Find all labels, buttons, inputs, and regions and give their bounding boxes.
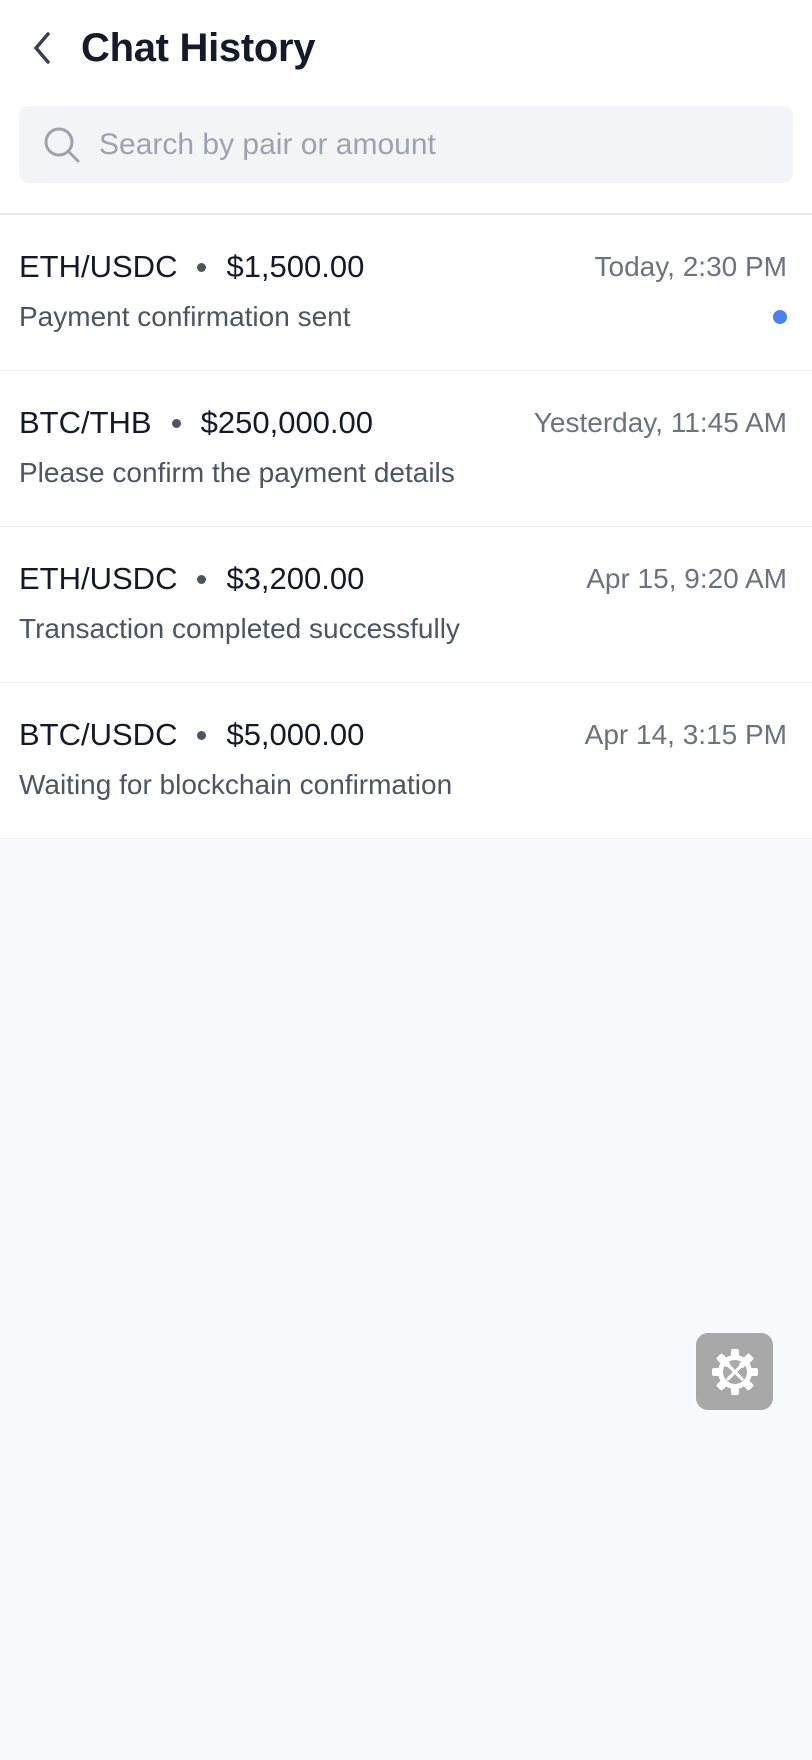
separator-dot (197, 730, 207, 740)
page-title: Chat History (81, 25, 316, 70)
top-panel: Chat History (0, 0, 812, 215)
search-input[interactable] (97, 126, 741, 163)
chat-amount: $250,000.00 (200, 405, 374, 440)
chat-message: Waiting for blockchain confirmation (19, 769, 453, 800)
chat-message: Payment confirmation sent (19, 301, 351, 332)
search-bar (0, 96, 812, 213)
chat-time: Apr 14, 3:15 PM (584, 719, 787, 750)
separator-dot (171, 418, 181, 428)
chat-message: Please confirm the payment details (19, 457, 455, 488)
header: Chat History (0, 0, 812, 96)
chat-pair: BTC/THB (19, 405, 152, 440)
chat-amount: $1,500.00 (226, 249, 365, 284)
chat-amount: $3,200.00 (226, 561, 365, 596)
chat-time: Today, 2:30 PM (594, 251, 787, 282)
chat-pair: ETH/USDC (19, 561, 178, 596)
chat-item[interactable]: ETH/USDC $3,200.00 Apr 15, 9:20 AM Trans… (0, 527, 812, 683)
back-button[interactable] (24, 24, 60, 72)
chat-time: Yesterday, 11:45 AM (533, 407, 787, 438)
chat-item[interactable]: BTC/THB $250,000.00 Yesterday, 11:45 AM … (0, 371, 812, 527)
chat-pair: BTC/USDC (19, 717, 178, 752)
settings-tools-button[interactable] (696, 1333, 773, 1410)
chat-amount: $5,000.00 (226, 717, 365, 752)
chevron-left-icon (34, 32, 50, 64)
chat-item[interactable]: ETH/USDC $1,500.00 Today, 2:30 PM Paymen… (0, 215, 812, 371)
chat-pair: ETH/USDC (19, 249, 178, 284)
search-box[interactable] (19, 106, 793, 183)
search-icon (44, 127, 80, 162)
settings-tools-icon (711, 1348, 758, 1395)
separator-dot (197, 262, 207, 272)
unread-indicator (773, 310, 787, 324)
chat-item[interactable]: BTC/USDC $5,000.00 Apr 14, 3:15 PM Waiti… (0, 683, 812, 839)
chat-list: ETH/USDC $1,500.00 Today, 2:30 PM Paymen… (0, 215, 812, 839)
separator-dot (197, 574, 207, 584)
chat-message: Transaction completed successfully (19, 613, 460, 644)
chat-time: Apr 15, 9:20 AM (586, 563, 787, 594)
